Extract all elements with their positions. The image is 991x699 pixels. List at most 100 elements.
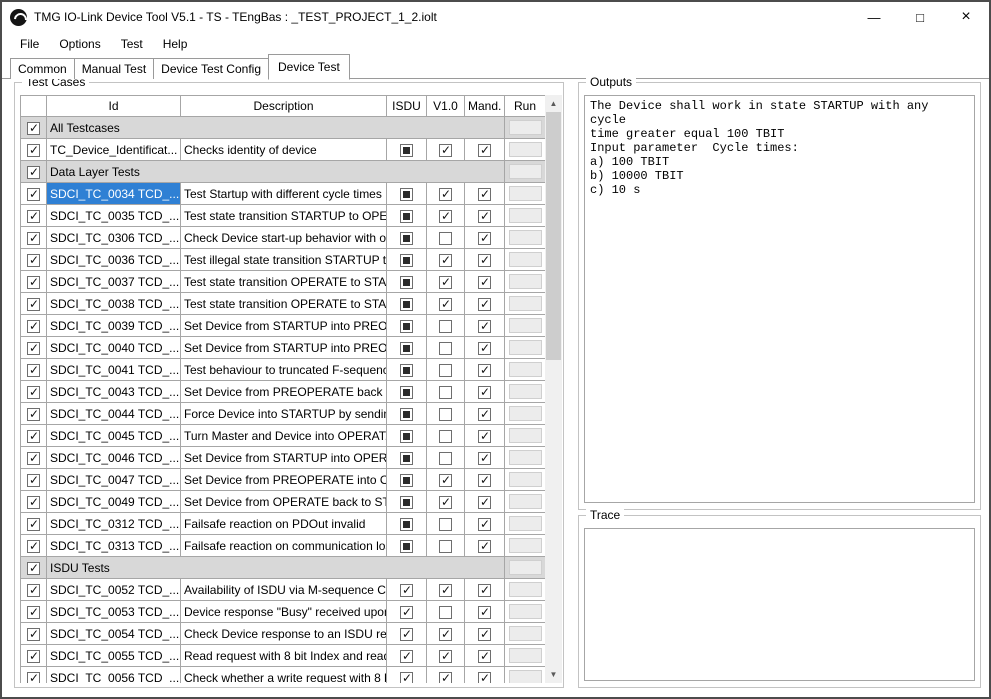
v10-checkbox[interactable] <box>439 144 452 157</box>
mand-checkbox[interactable] <box>478 606 491 619</box>
isdu-checkbox[interactable] <box>400 606 413 619</box>
testcase-description-cell[interactable]: Check whether a write request with 8 bi.… <box>181 667 387 684</box>
isdu-checkbox[interactable] <box>400 298 413 311</box>
testcase-description-cell[interactable]: Failsafe reaction on communication loss <box>181 535 387 557</box>
row-select-checkbox[interactable] <box>27 518 40 531</box>
isdu-checkbox[interactable] <box>400 672 413 683</box>
table-row[interactable]: SDCI_TC_0037 TCD_...Test state transitio… <box>21 271 546 293</box>
isdu-checkbox[interactable] <box>400 386 413 399</box>
header-v10[interactable]: V1.0 <box>427 96 465 117</box>
testcase-description-cell[interactable]: Set Device from PREOPERATE into O... <box>181 469 387 491</box>
mand-checkbox[interactable] <box>478 364 491 377</box>
isdu-checkbox[interactable] <box>400 232 413 245</box>
v10-checkbox[interactable] <box>439 364 452 377</box>
v10-checkbox[interactable] <box>439 408 452 421</box>
row-select-checkbox[interactable] <box>27 452 40 465</box>
isdu-checkbox[interactable] <box>400 650 413 663</box>
testcase-description-cell[interactable]: Set Device from STARTUP into PREO... <box>181 315 387 337</box>
v10-checkbox[interactable] <box>439 452 452 465</box>
row-select-checkbox[interactable] <box>27 584 40 597</box>
row-select-checkbox[interactable] <box>27 386 40 399</box>
testcase-description-cell[interactable]: Availability of ISDU via M-sequence Ca..… <box>181 579 387 601</box>
row-checkbox-cell[interactable] <box>21 491 47 513</box>
row-checkbox-cell[interactable] <box>21 579 47 601</box>
table-row[interactable]: SDCI_TC_0043 TCD_...Set Device from PREO… <box>21 381 546 403</box>
row-select-checkbox[interactable] <box>27 144 40 157</box>
testcase-id-cell[interactable]: SDCI_TC_0035 TCD_... <box>47 205 181 227</box>
testcase-id-cell[interactable]: SDCI_TC_0047 TCD_... <box>47 469 181 491</box>
testcase-description-cell[interactable]: Set Device from STARTUP into OPER... <box>181 447 387 469</box>
v10-checkbox[interactable] <box>439 650 452 663</box>
table-row[interactable]: SDCI_TC_0034 TCD_...Test Startup with di… <box>21 183 546 205</box>
row-checkbox-cell[interactable] <box>21 139 47 161</box>
scrollbar-thumb[interactable] <box>546 112 561 360</box>
table-row[interactable]: TC_Device_Identificat...Checks identity … <box>21 139 546 161</box>
v10-checkbox[interactable] <box>439 430 452 443</box>
row-select-checkbox[interactable] <box>27 430 40 443</box>
v10-checkbox[interactable] <box>439 298 452 311</box>
row-checkbox-cell[interactable] <box>21 293 47 315</box>
testcase-id-cell[interactable]: SDCI_TC_0049 TCD_... <box>47 491 181 513</box>
mand-checkbox[interactable] <box>478 210 491 223</box>
row-checkbox-cell[interactable] <box>21 645 47 667</box>
testcase-id-cell[interactable]: SDCI_TC_0306 TCD_... <box>47 227 181 249</box>
mand-checkbox[interactable] <box>478 144 491 157</box>
table-row[interactable]: SDCI_TC_0313 TCD_...Failsafe reaction on… <box>21 535 546 557</box>
mand-checkbox[interactable] <box>478 672 491 683</box>
testcase-description-cell[interactable]: Check Device start-up behavior with ov..… <box>181 227 387 249</box>
v10-checkbox[interactable] <box>439 496 452 509</box>
isdu-checkbox[interactable] <box>400 408 413 421</box>
testcase-description-cell[interactable]: Test behaviour to truncated F-sequenc... <box>181 359 387 381</box>
testcase-id-cell[interactable]: SDCI_TC_0312 TCD_... <box>47 513 181 535</box>
testcase-id-cell[interactable]: SDCI_TC_0045 TCD_... <box>47 425 181 447</box>
v10-checkbox[interactable] <box>439 518 452 531</box>
row-checkbox-cell[interactable] <box>21 271 47 293</box>
row-select-checkbox[interactable] <box>27 364 40 377</box>
row-checkbox-cell[interactable] <box>21 623 47 645</box>
row-checkbox-cell[interactable] <box>21 535 47 557</box>
group-header-row[interactable]: Data Layer Tests <box>21 161 546 183</box>
row-select-checkbox[interactable] <box>27 474 40 487</box>
row-select-checkbox[interactable] <box>27 540 40 553</box>
row-select-checkbox[interactable] <box>27 606 40 619</box>
v10-checkbox[interactable] <box>439 474 452 487</box>
mand-checkbox[interactable] <box>478 650 491 663</box>
row-checkbox-cell[interactable] <box>21 381 47 403</box>
v10-checkbox[interactable] <box>439 606 452 619</box>
table-row[interactable]: SDCI_TC_0046 TCD_...Set Device from STAR… <box>21 447 546 469</box>
v10-checkbox[interactable] <box>439 584 452 597</box>
row-checkbox-cell[interactable] <box>21 117 47 139</box>
isdu-checkbox[interactable] <box>400 452 413 465</box>
row-select-checkbox[interactable] <box>27 276 40 289</box>
testcase-description-cell[interactable]: Test state transition STARTUP to OPE... <box>181 205 387 227</box>
row-select-checkbox[interactable] <box>27 210 40 223</box>
tab-common[interactable]: Common <box>10 58 75 79</box>
testcase-id-cell[interactable]: SDCI_TC_0037 TCD_... <box>47 271 181 293</box>
testcase-description-cell[interactable]: Read request with 8 bit Index and read .… <box>181 645 387 667</box>
mand-checkbox[interactable] <box>478 386 491 399</box>
v10-checkbox[interactable] <box>439 276 452 289</box>
testcase-id-cell[interactable]: SDCI_TC_0036 TCD_... <box>47 249 181 271</box>
row-select-checkbox[interactable] <box>27 672 40 683</box>
row-checkbox-cell[interactable] <box>21 447 47 469</box>
testcase-description-cell[interactable]: Force Device into STARTUP by sendin... <box>181 403 387 425</box>
row-checkbox-cell[interactable] <box>21 161 47 183</box>
mand-checkbox[interactable] <box>478 276 491 289</box>
testcase-description-cell[interactable]: Check Device response to an ISDU re... <box>181 623 387 645</box>
scrollbar-up-icon[interactable]: ▲ <box>545 95 562 112</box>
header-id[interactable]: Id <box>47 96 181 117</box>
row-checkbox-cell[interactable] <box>21 359 47 381</box>
scrollbar-down-icon[interactable]: ▼ <box>545 666 562 683</box>
row-select-checkbox[interactable] <box>27 562 40 575</box>
mand-checkbox[interactable] <box>478 430 491 443</box>
outputs-textbox[interactable]: The Device shall work in state STARTUP w… <box>584 95 975 503</box>
v10-checkbox[interactable] <box>439 210 452 223</box>
row-select-checkbox[interactable] <box>27 320 40 333</box>
table-row[interactable]: SDCI_TC_0039 TCD_...Set Device from STAR… <box>21 315 546 337</box>
row-select-checkbox[interactable] <box>27 254 40 267</box>
row-checkbox-cell[interactable] <box>21 403 47 425</box>
testcase-id-cell[interactable]: SDCI_TC_0039 TCD_... <box>47 315 181 337</box>
table-row[interactable]: SDCI_TC_0056 TCD_...Check whether a writ… <box>21 667 546 684</box>
maximize-button[interactable]: □ <box>897 2 943 32</box>
menu-test[interactable]: Test <box>111 33 153 55</box>
